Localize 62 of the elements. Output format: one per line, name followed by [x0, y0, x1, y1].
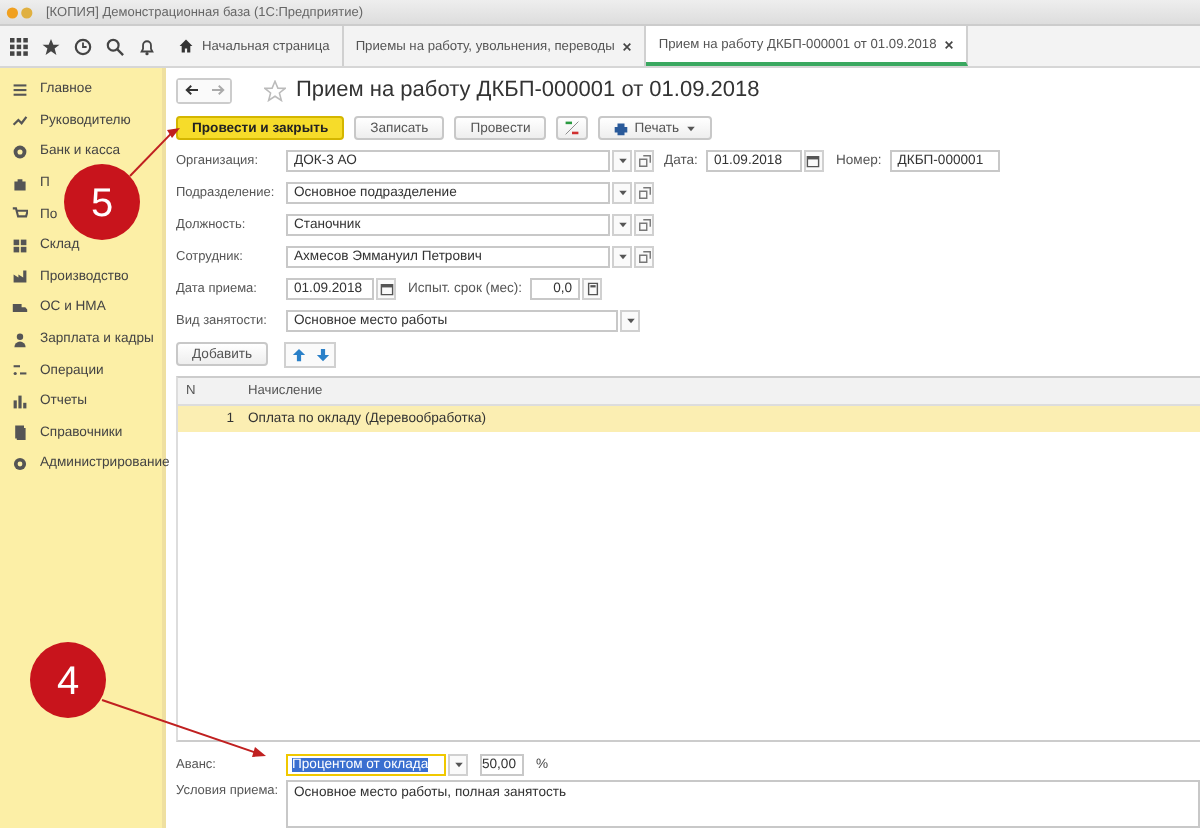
factory-icon [12, 268, 28, 285]
document-title: Прием на работу ДКБП-000001 от 01.09.2018 [296, 78, 760, 102]
dropdown-button[interactable] [612, 213, 632, 235]
book-icon [12, 424, 28, 441]
callout-arrow [129, 128, 180, 177]
link-icon [637, 249, 651, 263]
link-icon [637, 217, 651, 231]
dropdown-button[interactable] [612, 149, 632, 171]
search-icon[interactable] [106, 37, 124, 55]
menu-icon [12, 81, 28, 98]
apps-grid-icon[interactable] [10, 37, 28, 55]
gear-icon [12, 455, 28, 472]
star-icon[interactable] [42, 37, 60, 55]
caret-icon [453, 761, 463, 767]
open-link-button[interactable] [634, 181, 654, 203]
cart-icon [12, 206, 28, 223]
move-up-button[interactable] [286, 343, 311, 365]
ledger-button[interactable] [556, 116, 589, 140]
caret-icon [617, 253, 627, 259]
close-icon[interactable] [622, 41, 633, 51]
star-icon[interactable] [264, 79, 286, 101]
down-arrow-icon [315, 347, 330, 361]
back-arrow-icon [183, 84, 199, 96]
bell-icon[interactable] [138, 37, 156, 55]
app-logo-icon [6, 5, 38, 19]
callout-badge: 5 [64, 164, 140, 240]
forward-arrow-icon [209, 84, 225, 96]
truck-icon [12, 299, 28, 316]
up-arrow-icon [291, 347, 306, 361]
grid-icon [12, 237, 28, 254]
move-down-button[interactable] [310, 343, 335, 365]
bag-icon [12, 175, 28, 192]
coin-icon [12, 143, 28, 160]
dropdown-button[interactable] [612, 181, 632, 203]
caret-icon [617, 157, 627, 163]
caret-icon [617, 189, 627, 195]
calculator-button[interactable] [582, 277, 603, 299]
history-icon[interactable] [74, 37, 92, 55]
person-icon [12, 331, 28, 348]
open-link-button[interactable] [634, 245, 654, 267]
debit-credit-icon [564, 120, 581, 136]
caret-icon [625, 317, 635, 323]
calendar-icon [806, 153, 821, 167]
home-icon [178, 38, 194, 54]
bar-chart-icon [12, 393, 28, 410]
calendar-button[interactable] [376, 277, 396, 299]
calendar-button[interactable] [803, 149, 824, 171]
back-button[interactable] [178, 79, 204, 101]
caret-icon [685, 125, 696, 131]
trend-icon [12, 112, 28, 129]
close-icon[interactable] [944, 39, 955, 49]
open-link-button[interactable] [634, 213, 654, 235]
calendar-icon [379, 281, 393, 295]
link-icon [637, 185, 651, 199]
open-link-button[interactable] [634, 149, 654, 171]
calculator-icon [585, 281, 600, 295]
callout-badge: 4 [30, 642, 106, 718]
dropdown-button[interactable] [448, 753, 468, 775]
caret-icon [617, 221, 627, 227]
dropdown-button[interactable] [612, 245, 632, 267]
dropdown-button[interactable] [620, 309, 640, 331]
link-icon [637, 153, 651, 167]
